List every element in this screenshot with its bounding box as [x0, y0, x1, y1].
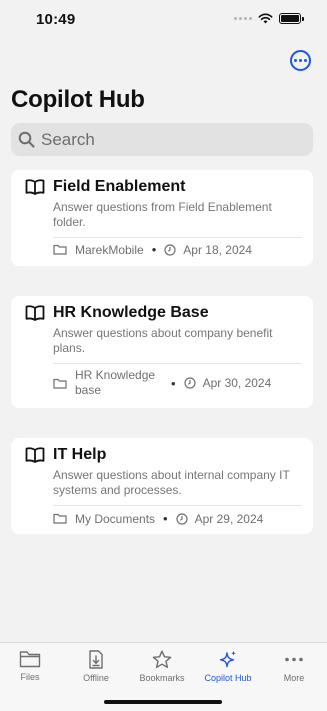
clock-icon — [175, 512, 188, 525]
card-meta: My Documents • Apr 29, 2024 — [53, 511, 263, 526]
more-options-button[interactable] — [290, 50, 311, 71]
card-divider — [53, 363, 302, 364]
tab-label: Files — [20, 672, 40, 682]
status-bar: 10:49 — [0, 0, 327, 42]
card-divider — [53, 505, 302, 506]
signal-icon — [234, 17, 252, 20]
card-description: Answer questions about company benefit p… — [53, 326, 273, 355]
separator-dot: • — [163, 511, 168, 526]
search-placeholder: Search — [41, 129, 95, 149]
tab-label: More — [283, 673, 305, 683]
offline-download-icon — [89, 650, 103, 669]
card-meta: HR Knowledge base • Apr 30, 2024 — [53, 368, 271, 398]
tab-bookmarks[interactable]: Bookmarks — [131, 650, 193, 683]
card-date: Apr 29, 2024 — [194, 511, 264, 526]
card-divider — [53, 237, 302, 238]
more-dots-icon — [285, 657, 303, 662]
star-icon — [152, 650, 172, 669]
battery-icon — [279, 13, 304, 24]
book-icon — [25, 179, 45, 195]
card-location: HR Knowledge base — [75, 368, 156, 397]
card-title: HR Knowledge Base — [53, 304, 209, 321]
tab-label: Offline — [83, 673, 109, 683]
tab-files[interactable]: Files — [0, 650, 61, 682]
copilot-card[interactable]: HR Knowledge Base Answer questions about… — [11, 296, 313, 408]
folder-icon — [53, 378, 67, 389]
copilot-card[interactable]: IT Help Answer questions about internal … — [11, 438, 313, 534]
folder-icon — [19, 651, 41, 668]
folder-icon — [53, 513, 67, 524]
card-date: Apr 18, 2024 — [183, 242, 252, 257]
card-location: MarekMobile — [75, 242, 144, 257]
separator-dot: • — [171, 375, 176, 391]
clock-icon — [183, 377, 196, 389]
book-icon — [25, 305, 45, 321]
tab-more[interactable]: More — [263, 650, 325, 683]
wifi-icon — [258, 13, 273, 24]
search-icon — [18, 131, 35, 148]
status-time: 10:49 — [36, 11, 76, 28]
status-icons — [234, 13, 304, 24]
tab-label: Copilot Hub — [204, 673, 252, 683]
page-title: Copilot Hub — [11, 86, 145, 113]
copilot-card[interactable]: Field Enablement Answer questions from F… — [11, 170, 313, 266]
card-description: Answer questions from Field Enablement f… — [53, 200, 272, 229]
clock-icon — [164, 243, 176, 256]
card-title: IT Help — [53, 446, 107, 463]
book-icon — [25, 447, 45, 463]
home-indicator — [104, 700, 222, 704]
tab-label: Bookmarks — [139, 673, 185, 683]
tab-offline[interactable]: Offline — [65, 650, 127, 683]
sparkle-icon — [219, 650, 236, 668]
folder-icon — [53, 244, 67, 255]
tab-copilot-hub[interactable]: Copilot Hub — [197, 650, 259, 683]
card-title: Field Enablement — [53, 178, 186, 195]
card-description: Answer questions about internal company … — [53, 468, 290, 497]
search-input[interactable]: Search — [11, 123, 313, 156]
card-meta: MarekMobile • Apr 18, 2024 — [53, 242, 252, 257]
separator-dot: • — [151, 242, 157, 257]
card-location: My Documents — [75, 511, 156, 526]
card-date: Apr 30, 2024 — [202, 376, 272, 390]
